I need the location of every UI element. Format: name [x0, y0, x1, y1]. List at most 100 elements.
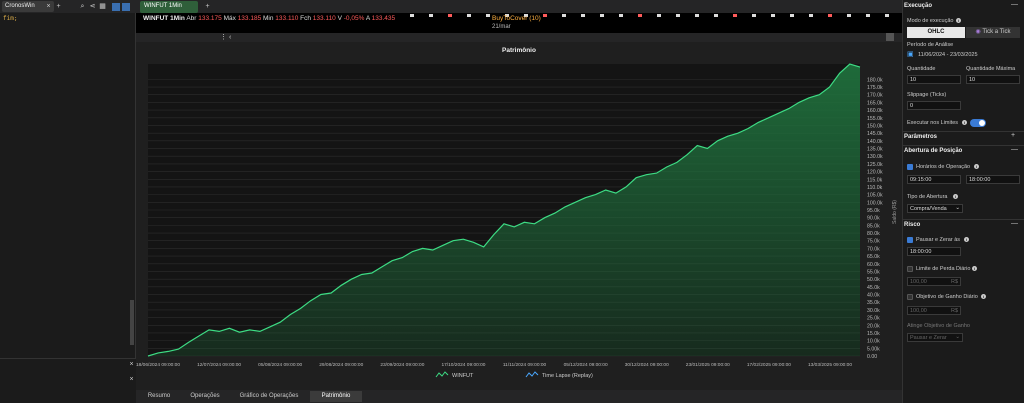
quantidade-maxima-input[interactable]: 10 [966, 75, 1020, 84]
navigator-handle[interactable] [886, 33, 894, 41]
grid-layout-icon[interactable]: ▦ [98, 2, 107, 11]
periodo-value[interactable]: 11/06/2024 - 23/03/2025 [918, 52, 978, 58]
y-tick-label: 0.00 [867, 354, 877, 360]
info-icon[interactable]: i [974, 164, 979, 169]
y-tick-label: 25.0k [867, 316, 880, 322]
info-icon[interactable]: i [962, 120, 967, 125]
tab-resumo[interactable]: Resumo [140, 391, 178, 402]
y-tick-label: 150.0k [867, 123, 883, 129]
calendar-icon[interactable]: ▣ [907, 50, 914, 58]
tab-patrimonio[interactable]: Patrimônio [310, 391, 362, 402]
chart-tab-bar [136, 0, 902, 13]
info-icon[interactable]: i [953, 194, 958, 199]
mini-candle [885, 14, 889, 17]
limite-perda-checkbox[interactable] [907, 266, 913, 272]
tab-grafico-operacoes[interactable]: Gráfico de Operações [232, 391, 306, 402]
mini-candle [619, 14, 623, 17]
close-tab-icon[interactable]: × [44, 2, 53, 11]
mini-candle [809, 14, 813, 17]
mini-candle [714, 14, 718, 17]
collapse-icon[interactable]: — [1011, 1, 1018, 8]
cursor-date-label: 21/mar [492, 24, 511, 30]
y-tick-label: 20.0k [867, 323, 880, 329]
legend-series-icon[interactable] [435, 371, 449, 378]
y-tick-label: 155.0k [867, 116, 883, 122]
quantidade-label: Quantidade [907, 66, 936, 72]
y-tick-label: 75.0k [867, 239, 880, 245]
expand-icon[interactable]: + [1011, 132, 1015, 139]
equity-chart[interactable]: 0.005.00k10.0k15.0k20.0k25.0k30.0k35.0k4… [136, 42, 902, 390]
modo-tick-button[interactable]: ◉ Tick a Tick [966, 27, 1020, 38]
y-tick-label: 130.0k [867, 154, 883, 160]
minimize-output-icon[interactable]: × [127, 375, 136, 384]
objetivo-ganho-input[interactable]: 100,00 R$ [907, 306, 961, 315]
chart-tab-label: WINFUT 1Min [144, 3, 182, 9]
execucao-section-title: Execução [904, 3, 933, 9]
horarios-checkbox[interactable] [907, 164, 913, 170]
search-icon[interactable]: ⌕ [78, 2, 87, 11]
y-tick-label: 95.0k [867, 208, 880, 214]
objetivo-ganho-unit: R$ [950, 308, 958, 314]
tab-winfut-1min[interactable]: WINFUT 1Min [140, 1, 198, 13]
info-icon[interactable]: i [972, 266, 977, 271]
chevron-left-icon[interactable]: ⋮ ‹ [220, 33, 231, 41]
x-tick-label: 13/03/2025 09:00:00 [808, 362, 852, 368]
y-tick-label: 105.0k [867, 193, 883, 199]
y-tick-label: 115.0k [867, 177, 883, 183]
y-tick-label: 60.0k [867, 262, 880, 268]
collapse-icon[interactable]: — [1011, 220, 1018, 227]
x-tick-label: 29/08/2024 09:00:00 [319, 362, 363, 368]
pausar-checkbox[interactable] [907, 237, 913, 243]
y-tick-label: 175.0k [867, 85, 883, 91]
settings-panel [902, 0, 1024, 403]
executar-limites-toggle[interactable] [970, 119, 986, 127]
editor-scrollbar[interactable] [130, 300, 134, 345]
add-tab-icon[interactable]: + [54, 2, 63, 11]
info-icon[interactable]: i [981, 294, 986, 299]
mini-candle [448, 14, 452, 17]
add-chart-tab-icon[interactable]: + [203, 2, 212, 11]
y-tick-label: 30.0k [867, 308, 880, 314]
separator [902, 131, 1024, 132]
signal-label: BuyToCover (10) [492, 15, 541, 22]
y-tick-label: 165.0k [867, 100, 883, 106]
legend-series-label[interactable]: WINFUT [452, 373, 474, 379]
share-icon[interactable]: ⋖ [88, 2, 97, 11]
quantidade-input[interactable]: 10 [907, 75, 961, 84]
y-tick-label: 180.0k [867, 77, 883, 83]
mini-candle [866, 14, 870, 17]
mini-candle [790, 14, 794, 17]
hora-inicio-input[interactable]: 09:15:00 [907, 175, 961, 184]
info-icon[interactable]: i [956, 18, 961, 23]
legend-series-label[interactable]: Time Lapse (Replay) [542, 373, 593, 379]
modo-ohlc-button[interactable]: OHLC [907, 27, 965, 38]
legend-series-icon[interactable] [525, 371, 539, 378]
info-icon[interactable]: i [964, 237, 969, 242]
y-tick-label: 15.0k [867, 331, 880, 337]
symbol-label[interactable]: WINFUT 1Min [143, 15, 185, 22]
y-tick-label: 145.0k [867, 131, 883, 137]
limite-perda-label: Limite de Perda Diário [916, 266, 971, 272]
hora-fim-input[interactable]: 18:00:00 [966, 175, 1020, 184]
collapse-icon[interactable]: — [1011, 146, 1018, 153]
tipo-abertura-select[interactable]: Compra/Venda ⌄ [907, 204, 963, 213]
atinge-objetivo-select[interactable]: Pausar e Zerar ⌄ [907, 333, 963, 342]
layout-left-icon[interactable] [112, 3, 120, 11]
pausar-hora-input[interactable]: 18:00:00 [907, 247, 961, 256]
limite-perda-input[interactable]: 100,00 R$ [907, 277, 961, 286]
objetivo-ganho-checkbox[interactable] [907, 294, 913, 300]
periodo-label: Período de Análise [907, 42, 954, 48]
pausar-label: Pausar e Zerar às [916, 237, 961, 243]
mini-candle [847, 14, 851, 17]
mini-candle [638, 14, 642, 17]
code-editor-line[interactable]: fim; [3, 15, 17, 22]
layout-split-icon[interactable] [122, 3, 130, 11]
y-tick-label: 35.0k [867, 300, 880, 306]
close-output-icon[interactable]: × [127, 360, 136, 369]
quantidade-maxima-label: Quantidade Máxima [966, 66, 1016, 72]
slippage-input[interactable]: 0 [907, 101, 961, 110]
var-value: -0,05% [343, 15, 365, 22]
x-tick-label: 23/09/2024 09:00:00 [380, 362, 424, 368]
tab-operacoes[interactable]: Operações [182, 391, 228, 402]
tipo-abertura-value: Compra/Venda [910, 206, 947, 212]
